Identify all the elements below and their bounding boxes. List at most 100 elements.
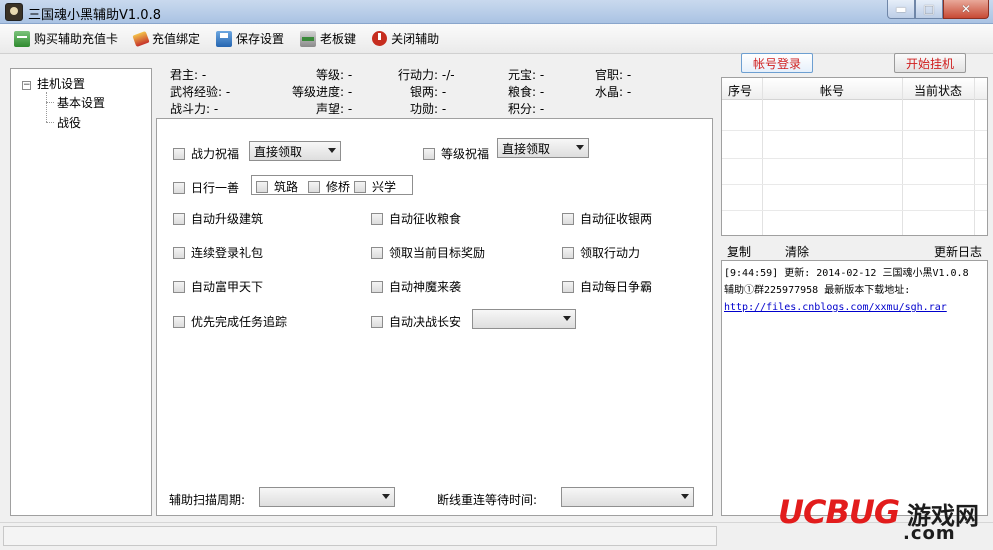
- checkbox-box[interactable]: [173, 280, 185, 293]
- combat-blessing-label: 战力祝福: [191, 147, 240, 161]
- table-row[interactable]: [722, 184, 987, 185]
- auto-upgrade-building-checkbox[interactable]: 自动升级建筑: [173, 210, 263, 227]
- save-settings-button[interactable]: 保存设置: [216, 28, 284, 50]
- combat-blessing-checkbox[interactable]: 战力祝福: [173, 145, 239, 162]
- settings-tree: − 挂机设置 基本设置 战役: [10, 68, 152, 516]
- checkbox-box[interactable]: [371, 280, 383, 293]
- reconnect-wait-select[interactable]: [561, 487, 694, 507]
- info-combat-power: 战斗力: -: [170, 102, 219, 116]
- build-road-label: 筑路: [274, 180, 299, 194]
- table-row[interactable]: [722, 158, 987, 159]
- info-lord: 君主: -: [170, 68, 207, 82]
- close-button[interactable]: ✕: [943, 0, 989, 19]
- checkbox-box[interactable]: [173, 246, 185, 259]
- auto-collect-silver-label: 自动征收银两: [580, 212, 653, 226]
- account-login-button[interactable]: 帐号登录: [741, 53, 813, 73]
- character-info-panel: 君主: - 等级: - 行动力: -/- 元宝: - 官职: - 武将经验: -…: [156, 60, 713, 118]
- log-output[interactable]: [9:44:59] 更新: 2014-02-12 三国魂小黑V1.0.8 辅助①…: [721, 260, 988, 516]
- minimize-button[interactable]: ▬: [887, 0, 915, 19]
- log-line: 辅助①群225977958 最新版本下载地址:: [724, 285, 911, 296]
- window-title: 三国魂小黑辅助V1.0.8: [28, 8, 161, 23]
- checkbox-box[interactable]: [371, 212, 383, 225]
- keyboard-icon: [300, 30, 317, 47]
- chevron-down-icon: [382, 494, 390, 499]
- daily-good-deed-checkbox[interactable]: 日行一善: [173, 179, 239, 196]
- table-row[interactable]: [722, 130, 987, 131]
- download-link[interactable]: http://files.cnblogs.com/xxmu/sgh.rar: [724, 299, 985, 316]
- buy-card-button[interactable]: 购买辅助充值卡: [14, 28, 118, 50]
- checkbox-box[interactable]: [256, 180, 268, 193]
- close-assist-button[interactable]: 关闭辅助: [372, 28, 439, 50]
- app-icon: [5, 3, 23, 21]
- build-road-checkbox[interactable]: 筑路: [256, 178, 298, 195]
- checkbox-box[interactable]: [562, 280, 574, 293]
- start-idle-button[interactable]: 开始挂机: [894, 53, 966, 73]
- recharge-bind-button[interactable]: 充值绑定: [132, 28, 201, 50]
- checkbox-box[interactable]: [173, 315, 185, 328]
- table-row[interactable]: [722, 210, 987, 211]
- auto-collect-silver-checkbox[interactable]: 自动征收银两: [562, 210, 652, 227]
- promote-learning-checkbox[interactable]: 兴学: [354, 178, 396, 195]
- scan-cycle-select[interactable]: [259, 487, 395, 507]
- auto-collect-grain-label: 自动征收粮食: [389, 212, 462, 226]
- prioritize-quest-tracking-checkbox[interactable]: 优先完成任务追踪: [173, 313, 287, 330]
- auto-decisive-battle-checkbox[interactable]: 自动决战长安: [371, 313, 461, 330]
- tag-icon: [132, 30, 150, 47]
- checkbox-box[interactable]: [562, 246, 574, 259]
- tree-item-basic-settings[interactable]: 基本设置: [57, 94, 105, 111]
- status-field: [3, 526, 717, 546]
- column-index[interactable]: 序号: [728, 82, 752, 99]
- checkbox-box[interactable]: [423, 147, 435, 160]
- info-level-progress: 等级进度: -: [292, 85, 353, 99]
- auto-wealth-checkbox[interactable]: 自动富甲天下: [173, 278, 263, 295]
- maximize-button[interactable]: □: [915, 0, 943, 19]
- checkbox-box[interactable]: [308, 180, 320, 193]
- claim-action-power-checkbox[interactable]: 领取行动力: [562, 244, 640, 261]
- log-copy-button[interactable]: 复制: [727, 243, 751, 260]
- prioritize-quest-tracking-label: 优先完成任务追踪: [191, 315, 288, 329]
- recharge-bind-label: 充值绑定: [152, 32, 201, 46]
- update-log-button[interactable]: 更新日志: [934, 243, 982, 260]
- tree-collapse-toggle[interactable]: −: [22, 81, 31, 90]
- auto-decisive-battle-label: 自动决战长安: [389, 315, 462, 329]
- info-merit: 功勋: -: [410, 102, 447, 116]
- combat-blessing-select[interactable]: 直接领取: [249, 141, 341, 161]
- checkbox-box[interactable]: [354, 180, 366, 193]
- checkbox-box[interactable]: [562, 212, 574, 225]
- chevron-down-icon: [563, 316, 571, 321]
- checkbox-box[interactable]: [173, 147, 185, 160]
- daily-good-deed-label: 日行一善: [191, 181, 240, 195]
- column-account[interactable]: 帐号: [820, 82, 844, 99]
- log-clear-button[interactable]: 清除: [785, 243, 809, 260]
- column-divider: [974, 78, 975, 235]
- column-status[interactable]: 当前状态: [914, 82, 962, 99]
- auto-wealth-label: 自动富甲天下: [191, 280, 264, 294]
- claim-target-reward-checkbox[interactable]: 领取当前目标奖励: [371, 244, 485, 261]
- decisive-battle-select[interactable]: [472, 309, 576, 329]
- login-gift-checkbox[interactable]: 连续登录礼包: [173, 244, 263, 261]
- checkbox-box[interactable]: [173, 212, 185, 225]
- repair-bridge-checkbox[interactable]: 修桥: [308, 178, 350, 195]
- level-blessing-select-value: 直接领取: [502, 141, 551, 156]
- info-action-power: 行动力: -/-: [398, 68, 455, 82]
- tree-line: [46, 92, 47, 122]
- boss-key-label: 老板键: [320, 32, 357, 46]
- checkbox-box[interactable]: [371, 246, 383, 259]
- info-general-exp: 武将经验: -: [170, 85, 231, 99]
- auto-collect-grain-checkbox[interactable]: 自动征收粮食: [371, 210, 461, 227]
- tree-root-idle-settings[interactable]: 挂机设置: [37, 75, 85, 92]
- level-blessing-checkbox[interactable]: 等级祝福: [423, 145, 489, 162]
- level-blessing-select[interactable]: 直接领取: [497, 138, 589, 158]
- save-icon: [216, 30, 233, 47]
- checkbox-box[interactable]: [173, 181, 185, 194]
- claim-target-reward-label: 领取当前目标奖励: [389, 246, 486, 260]
- info-prestige: 声望: -: [316, 102, 353, 116]
- tree-item-campaign[interactable]: 战役: [57, 114, 81, 131]
- auto-demon-attack-checkbox[interactable]: 自动神魔来袭: [371, 278, 461, 295]
- boss-key-button[interactable]: 老板键: [300, 28, 356, 50]
- title-bar[interactable]: 三国魂小黑辅助V1.0.8 ▬ □ ✕: [0, 0, 993, 24]
- checkbox-box[interactable]: [371, 315, 383, 328]
- auto-daily-contest-checkbox[interactable]: 自动每日争霸: [562, 278, 652, 295]
- maximize-icon: □: [923, 2, 935, 16]
- watermark-brand: UCBUG: [778, 493, 900, 531]
